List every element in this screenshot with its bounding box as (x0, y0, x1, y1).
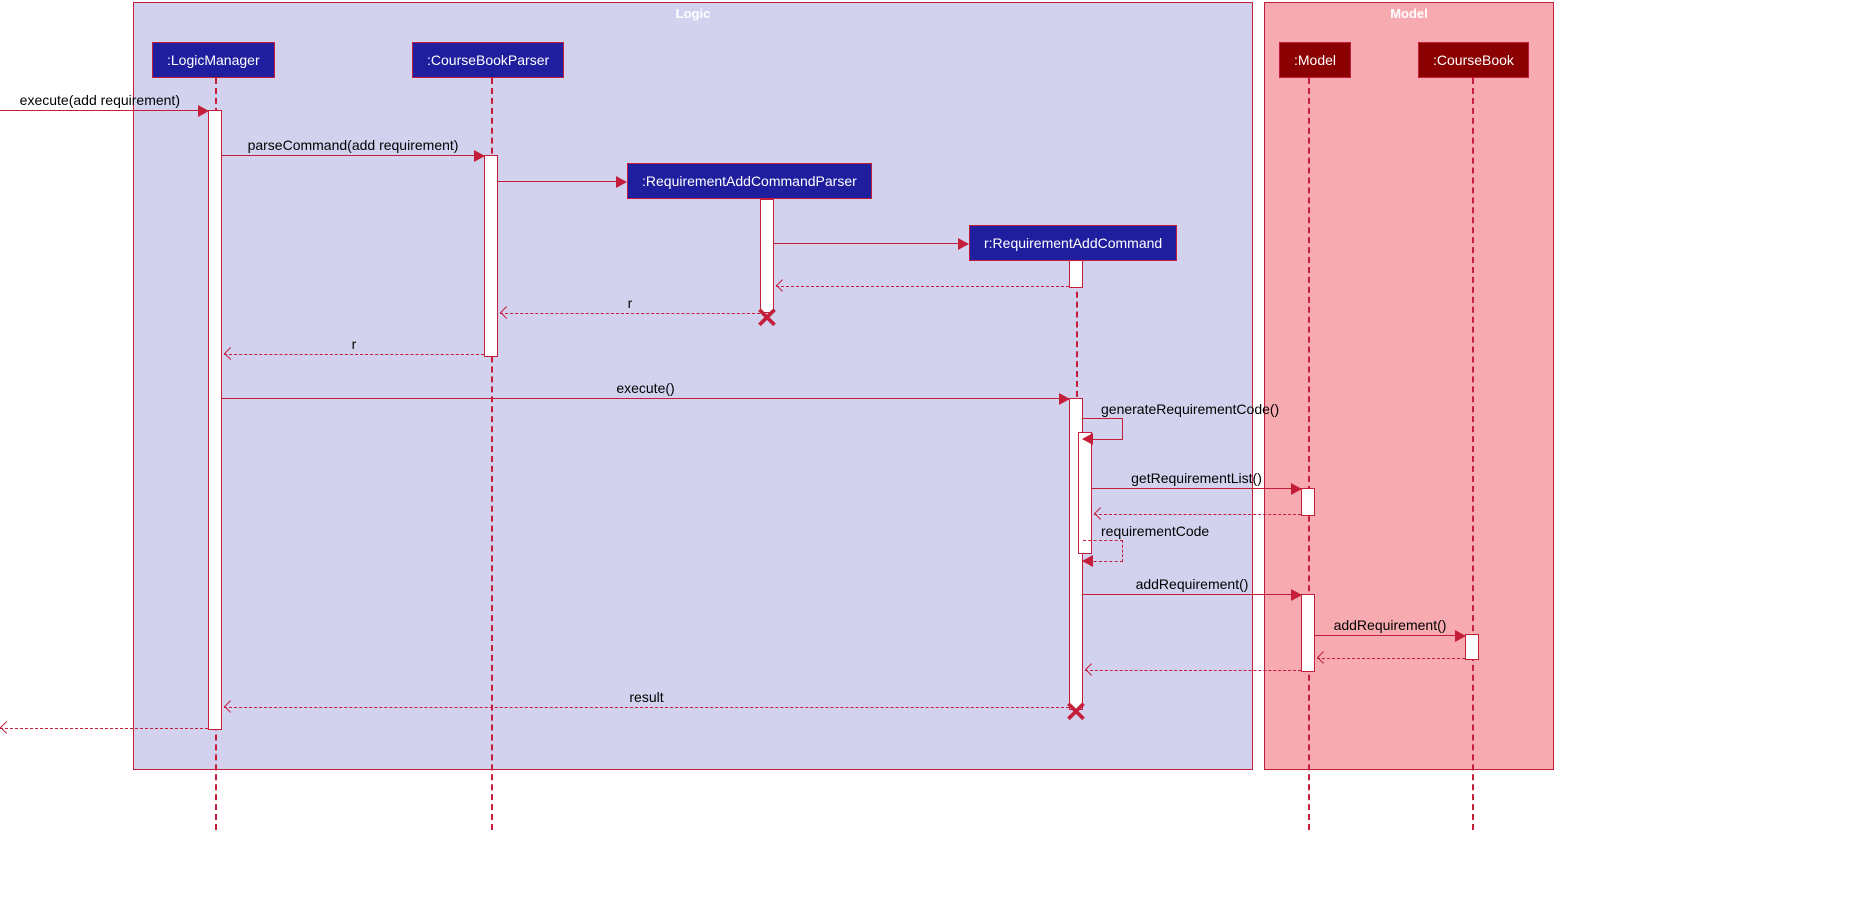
msg-generatereqcode: generateRequirementCode() (1083, 418, 1123, 440)
participant-logicmanager: :LogicManager (152, 42, 275, 78)
participant-coursebookparser: :CourseBookParser (412, 42, 564, 78)
lifeline-model (1308, 78, 1310, 830)
activation-reqaddcmd-3 (1078, 432, 1092, 554)
frame-logic-label: Logic (676, 6, 711, 21)
frame-model-label: Model (1390, 6, 1428, 21)
activation-logicmanager (208, 110, 222, 730)
activation-reqaddparser (760, 199, 774, 313)
activation-model-2 (1301, 594, 1315, 672)
destroy-cmd: ✕ (1064, 696, 1087, 729)
destroy-parser: ✕ (755, 302, 778, 335)
participant-reqaddparser: :RequirementAddCommandParser (627, 163, 872, 199)
lifeline-coursebook (1472, 78, 1474, 830)
activation-reqaddcmd-1 (1069, 260, 1083, 288)
participant-coursebook: :CourseBook (1418, 42, 1529, 78)
frame-logic: Logic (133, 2, 1253, 770)
activation-model-1 (1301, 488, 1315, 516)
participant-model: :Model (1279, 42, 1351, 78)
activation-coursebook (1465, 634, 1479, 660)
activation-coursebookparser (484, 155, 498, 357)
participant-reqaddcmd: r:RequirementAddCommand (969, 225, 1177, 261)
msg-reqcode: requirementCode (1083, 540, 1123, 562)
